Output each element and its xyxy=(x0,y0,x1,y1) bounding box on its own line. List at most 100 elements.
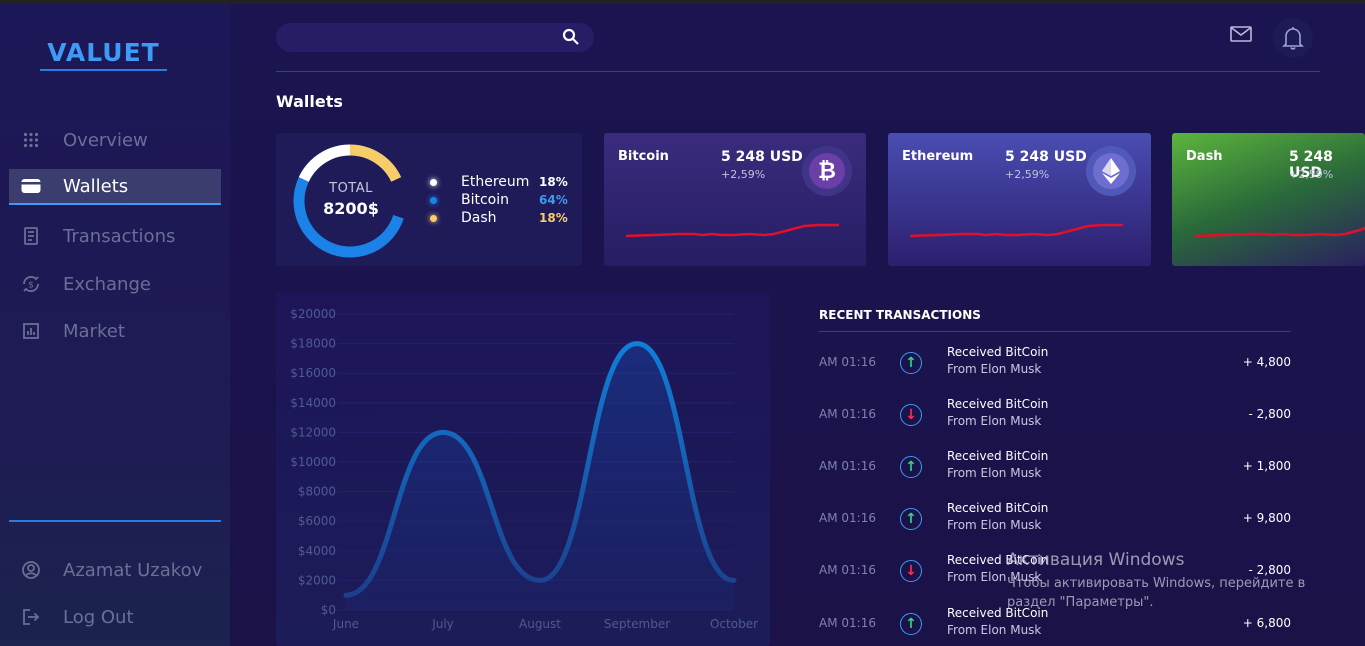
search-input[interactable] xyxy=(276,23,546,52)
logout-button[interactable]: Log Out xyxy=(9,599,221,635)
sidebar-item-label: Wallets xyxy=(63,175,129,197)
sidebar-item-market[interactable]: Market xyxy=(9,313,221,349)
wallet-name: Bitcoin xyxy=(618,149,669,164)
wallet-card-ethereum[interactable]: Ethereum 5 248 USD +2,59% xyxy=(888,133,1151,266)
wallet-sparkline xyxy=(909,223,1123,238)
exchange-icon: $ xyxy=(21,274,41,294)
search-icon[interactable] xyxy=(562,28,580,50)
total-balance-card[interactable]: TOTAL 8200$ Ethereum 18% Bitcoin 64% Das… xyxy=(276,133,582,266)
y-tick-label: $16000 xyxy=(290,366,336,380)
wallet-amount: 5 248 USD xyxy=(721,149,803,165)
user-icon xyxy=(21,560,41,580)
sidebar-item-transactions[interactable]: Transactions xyxy=(9,218,221,254)
legend-pct: 64% xyxy=(539,193,568,207)
wallet-name: Dash xyxy=(1186,149,1223,164)
wallet-change: +2,59% xyxy=(1005,168,1050,181)
transaction-source: From Elon Musk xyxy=(947,623,1042,637)
y-tick-label: $10000 xyxy=(290,455,336,469)
y-tick-label: $14000 xyxy=(290,396,336,410)
wallet-card-bitcoin[interactable]: Bitcoin 5 248 USD +2,59% ₿ xyxy=(604,133,866,266)
transaction-time: AM 01:16 xyxy=(819,563,876,577)
logout-icon xyxy=(21,607,41,627)
x-tick-label: October xyxy=(710,617,758,631)
transaction-title: Received BitCoin xyxy=(947,501,1049,515)
y-tick-label: $2000 xyxy=(298,573,336,587)
balance-chart: $0 $2000 $4000 $6000 $8000 $10000 $12000 $14000… xyxy=(276,292,770,646)
legend-item-bitcoin: Bitcoin 64% xyxy=(430,191,568,209)
y-tick-label: $4000 xyxy=(298,544,336,558)
arrow-down-icon: ↓ xyxy=(900,404,922,426)
transaction-row[interactable]: AM 01:16 ↑ Received BitCoin From Elon Musk +… xyxy=(819,500,1291,540)
page-title: Wallets xyxy=(276,92,343,111)
watermark-line: Чтобы активировать Windows, перейдите в xyxy=(1007,576,1306,591)
transaction-amount: + 6,800 xyxy=(1242,616,1291,630)
total-value: 8200$ xyxy=(323,199,379,218)
logout-label: Log Out xyxy=(63,606,134,628)
y-tick-label: $18000 xyxy=(290,337,336,351)
arrow-up-icon: ↑ xyxy=(900,508,922,530)
x-tick-label: August xyxy=(519,617,561,631)
legend-dot xyxy=(430,214,437,222)
sidebar-divider xyxy=(9,520,221,522)
y-tick-label: $6000 xyxy=(298,514,336,528)
legend-item-ethereum: Ethereum 18% xyxy=(430,173,568,191)
legend-pct: 18% xyxy=(539,211,568,225)
header-divider xyxy=(276,71,1320,72)
transaction-amount: - 2,800 xyxy=(1248,407,1292,421)
transaction-row[interactable]: AM 01:16 ↑ Received BitCoin From Elon Musk +… xyxy=(819,344,1291,384)
sidebar-item-label: Transactions xyxy=(63,225,176,247)
watermark-title: Активация Windows xyxy=(1007,550,1185,570)
x-tick-label: June xyxy=(332,617,359,631)
balance-chart-svg: $0 $2000 $4000 $6000 $8000 $10000 $12000 $14000… xyxy=(290,307,758,631)
bitcoin-icon: ₿ xyxy=(802,146,852,196)
user-name: Azamat Uzakov xyxy=(63,559,203,581)
transaction-source: From Elon Musk xyxy=(947,362,1042,376)
y-tick-label: $8000 xyxy=(298,485,336,499)
transactions-title: RECENT TRANSACTIONS xyxy=(819,308,981,322)
receipt-icon xyxy=(21,226,41,246)
x-tick-label: September xyxy=(604,617,670,631)
sidebar-item-label: Market xyxy=(63,320,125,342)
mail-icon[interactable] xyxy=(1230,26,1252,46)
transaction-row[interactable]: AM 01:16 ↓ Received BitCoin From Elon Musk -… xyxy=(819,396,1291,436)
sidebar-item-label: Overview xyxy=(63,129,148,151)
sidebar-item-wallets[interactable]: Wallets xyxy=(9,169,221,205)
wallet-card-dash[interactable]: Dash 5 248 USD +2,59% xyxy=(1172,133,1365,266)
y-tick-label: $20000 xyxy=(290,307,336,321)
main-content: Wallets TOTAL 8200$ Ethereum 18% Bitcoin… xyxy=(230,4,1365,646)
bell-icon[interactable] xyxy=(1273,18,1313,58)
donut-legend: Ethereum 18% Bitcoin 64% Dash 18% xyxy=(430,173,568,227)
ethereum-icon xyxy=(1086,146,1136,196)
wallet-change: +2,59% xyxy=(721,168,766,181)
legend-pct: 18% xyxy=(539,175,568,189)
y-tick-label: $12000 xyxy=(290,425,336,439)
sidebar-item-exchange[interactable]: $ Exchange xyxy=(9,266,221,302)
watermark-line: раздел "Параметры". xyxy=(1007,595,1154,610)
legend-name: Bitcoin xyxy=(461,192,510,208)
user-profile[interactable]: Azamat Uzakov xyxy=(9,552,221,588)
arrow-up-icon: ↑ xyxy=(900,456,922,478)
arrow-up-icon: ↑ xyxy=(900,352,922,374)
legend-dot xyxy=(430,178,437,186)
wallet-sparkline xyxy=(1195,226,1365,238)
transaction-time: AM 01:16 xyxy=(819,355,876,369)
transaction-source: From Elon Musk xyxy=(947,518,1042,532)
sidebar: VALUET Overview Wallets Transactions $ E… xyxy=(0,4,230,646)
transaction-time: AM 01:16 xyxy=(819,459,876,473)
wallet-icon xyxy=(21,176,41,196)
grid-icon xyxy=(21,130,41,150)
windows-activation-watermark: Активация Windows Чтобы активировать Win… xyxy=(1007,550,1305,612)
legend-dot xyxy=(430,196,437,204)
arrow-up-icon: ↑ xyxy=(900,613,922,635)
wallet-amount: 5 248 USD xyxy=(1005,149,1087,165)
sidebar-item-overview[interactable]: Overview xyxy=(9,122,221,158)
transaction-amount: + 1,800 xyxy=(1242,459,1291,473)
y-tick-label: $0 xyxy=(321,603,336,617)
transaction-time: AM 01:16 xyxy=(819,511,876,525)
transaction-amount: + 9,800 xyxy=(1242,511,1291,525)
transaction-row[interactable]: AM 01:16 ↑ Received BitCoin From Elon Musk +… xyxy=(819,448,1291,488)
svg-text:$: $ xyxy=(28,281,34,291)
app-logo[interactable]: VALUET xyxy=(40,38,167,71)
legend-item-dash: Dash 18% xyxy=(430,209,568,227)
transaction-time: AM 01:16 xyxy=(819,407,876,421)
